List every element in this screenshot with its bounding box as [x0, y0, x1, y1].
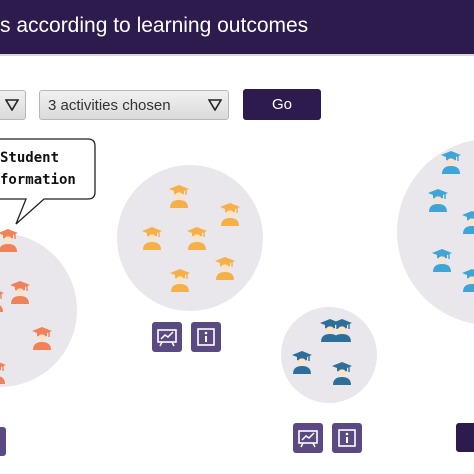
chart-button-center[interactable] — [152, 322, 182, 352]
student-information-callout: Student formation — [0, 138, 96, 225]
graduate-icon — [0, 229, 18, 252]
graduate-icon — [169, 185, 189, 208]
graduate-icon — [0, 237, 2, 263]
graduate-icon — [0, 362, 6, 384]
presentation-chart-icon — [298, 430, 318, 448]
chart-button-left-partial[interactable] — [0, 427, 6, 456]
graduate-icon — [170, 269, 190, 292]
graduate-icon — [187, 227, 207, 250]
graduate-icon — [0, 291, 4, 312]
action-button-right-partial[interactable] — [456, 423, 474, 452]
graduate-icon — [320, 319, 340, 342]
graduate-icon — [10, 281, 30, 304]
presentation-chart-icon — [157, 329, 177, 347]
graduate-icon — [292, 351, 312, 374]
graduate-icon — [220, 203, 240, 226]
cluster-canvas: Student formation — [0, 138, 474, 403]
graduate-icon — [441, 151, 461, 174]
graduate-icon — [32, 327, 52, 350]
graduate-icon — [332, 362, 352, 385]
graduate-icon — [432, 249, 452, 272]
graduate-icon — [215, 257, 235, 280]
graduate-icon — [462, 269, 474, 292]
graduate-icon — [462, 211, 474, 234]
callout-line-2: formation — [0, 172, 76, 188]
graduate-icon — [142, 227, 162, 250]
info-icon — [197, 328, 215, 346]
info-icon — [338, 429, 356, 447]
callout-line-1: Student — [0, 150, 59, 166]
graduate-icon — [428, 189, 448, 212]
info-button-blue[interactable] — [332, 423, 362, 453]
info-button-center[interactable] — [191, 322, 221, 352]
chart-button-blue[interactable] — [293, 423, 323, 453]
cluster-left-circle — [0, 233, 77, 387]
